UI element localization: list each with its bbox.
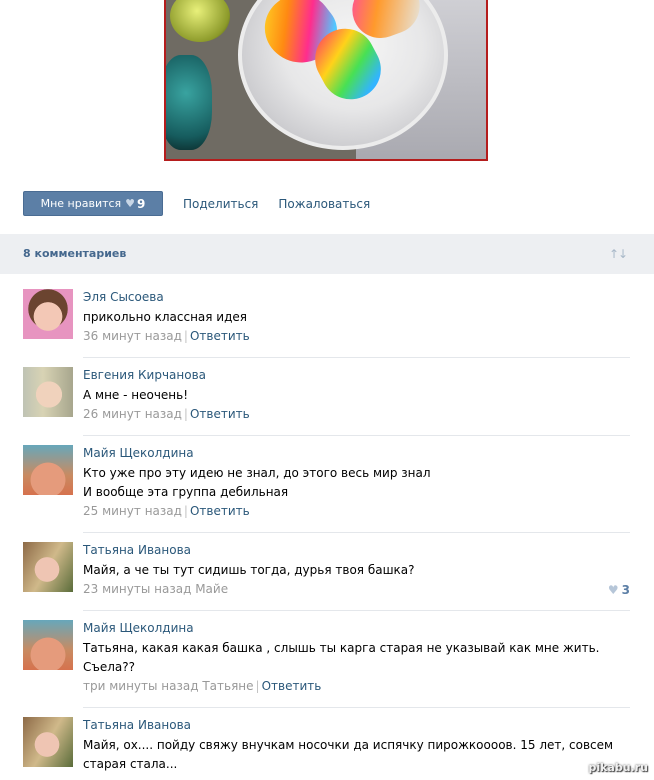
heart-icon: ♥ [607,583,619,597]
reply-link[interactable]: Ответить [190,504,250,518]
comment-meta: 25 минут назад | Ответить [83,502,630,520]
report-link[interactable]: Пожаловаться [278,197,370,211]
comment-time[interactable]: 23 минуты назад Майе [83,582,228,596]
comment-author[interactable]: Татьяна Иванова [83,717,630,736]
like-button[interactable]: Мне нравится ♥ 9 [23,191,163,216]
reply-link[interactable]: Ответить [190,329,250,343]
photo-bottle [170,0,230,42]
comment-author[interactable]: Эля Сысоева [83,289,630,308]
post-actions: Мне нравится ♥ 9 Поделиться Пожаловаться [23,191,370,216]
watermark: pikabu.ru [588,761,648,774]
comment-meta: три минуты назад Татьяне | Ответить [83,677,630,695]
like-count: 9 [137,196,146,211]
comment-text: Кто уже про эту идею не знал, до этого в… [83,466,431,480]
avatar[interactable] [23,289,73,339]
like-label: Мне нравится [40,197,122,210]
comment-text: прикольно классная идея [83,310,247,324]
comment-time[interactable]: 36 минут назад [83,329,182,343]
comment-time[interactable]: три минуты назад Татьяне [83,679,254,693]
comment-divider [83,435,630,436]
comment-divider [83,532,630,533]
comment-text: Съела?? [83,660,136,674]
comment-text: Майя, ох.... пойду свяжу внучкам носочки… [83,738,614,752]
avatar[interactable] [23,542,73,592]
reply-link[interactable]: Ответить [190,407,250,421]
comment-like-count: 3 [621,583,630,597]
comment-author[interactable]: Евгения Кирчанова [83,367,630,386]
comment-text: Майя, а че ты тут сидишь тогда, дурья тв… [83,563,415,577]
avatar[interactable] [23,445,73,495]
photo-bottle [166,55,212,150]
heart-icon: ♥ [125,197,136,210]
comment-text: старая стала... [83,757,178,771]
reply-link[interactable]: Ответить [262,679,322,693]
avatar[interactable] [23,717,73,767]
comment-divider [83,707,630,708]
meta-separator: | [183,329,188,343]
comment-text: А мне - неочень! [83,388,189,402]
share-link[interactable]: Поделиться [183,197,258,211]
comment-divider [83,357,630,358]
comment-text: И вообще эта группа дебильная [83,485,289,499]
meta-separator: | [183,504,188,518]
avatar[interactable] [23,620,73,670]
meta-separator: | [183,407,188,421]
comment-divider [83,610,630,611]
comment-author[interactable]: Майя Щеколдина [83,445,630,464]
comment-time[interactable]: 26 минут назад [83,407,182,421]
comment-time[interactable]: 25 минут назад [83,504,182,518]
comment-author[interactable]: Татьяна Иванова [83,542,630,561]
comment-text: Татьяна, какая какая башка , слышь ты ка… [83,641,600,655]
avatar[interactable] [23,367,73,417]
comment-meta: 26 минут назад | Ответить [83,405,630,423]
post-photo[interactable] [164,0,488,161]
meta-separator: | [255,679,260,693]
comments-count[interactable]: 8 комментариев [23,247,126,260]
comment-meta: 36 минут назад | Ответить [83,327,630,345]
sort-arrows-icon[interactable]: ↑↓ [609,247,628,261]
comment-author[interactable]: Майя Щеколдина [83,620,630,639]
comment-meta: 23 минуты назад Майе [83,580,630,598]
comments-header: 8 комментариев ↑↓ [0,234,654,274]
comment-like-button[interactable]: ♥ 3 [608,583,630,597]
